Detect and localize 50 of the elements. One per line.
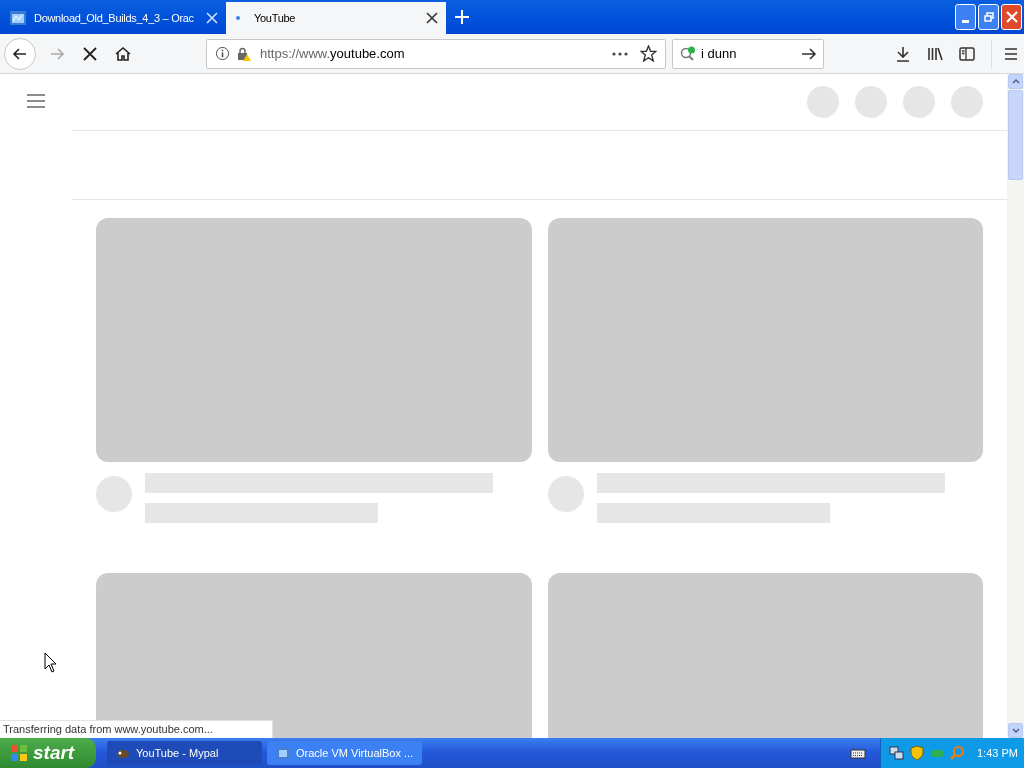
go-arrow-icon[interactable]	[801, 45, 817, 62]
header-placeholder	[903, 86, 935, 118]
new-tab-icon[interactable]	[454, 9, 470, 25]
minimize-button[interactable]	[955, 4, 976, 30]
close-icon[interactable]	[426, 12, 438, 24]
keyboard-icon[interactable]	[850, 747, 866, 759]
url-text: https://www.youtube.com	[260, 44, 406, 63]
restore-button[interactable]	[978, 4, 999, 30]
avatar-placeholder	[96, 476, 132, 512]
header-placeholder	[807, 86, 839, 118]
info-icon[interactable]	[215, 46, 230, 61]
browser-tab[interactable]: YouTube	[226, 2, 446, 34]
window-icon	[10, 10, 26, 26]
header-placeholder	[951, 86, 983, 118]
address-bar[interactable]: https://www.youtube.com	[206, 38, 666, 69]
shield-icon[interactable]	[909, 745, 925, 761]
tab-title: Download_Old_Builds_4_3 – Orac	[34, 10, 195, 26]
virtualbox-icon	[275, 745, 291, 761]
home-icon[interactable]	[115, 45, 131, 62]
cursor-icon	[44, 652, 58, 674]
star-icon[interactable]	[640, 45, 657, 62]
search-text: i dunn	[701, 44, 738, 63]
more-icon[interactable]	[612, 51, 628, 56]
status-text: Transferring data from www.youtube.com...	[0, 720, 273, 738]
download-icon[interactable]	[895, 45, 911, 62]
tab-title: YouTube	[254, 10, 297, 26]
back-button[interactable]	[4, 37, 36, 70]
close-button[interactable]	[1001, 4, 1022, 30]
library-icon[interactable]	[927, 45, 943, 62]
lock-warning-icon[interactable]	[236, 45, 252, 62]
network-icon[interactable]	[889, 745, 905, 761]
search-field[interactable]: i dunn	[672, 38, 824, 69]
close-icon	[1005, 11, 1018, 23]
menu-icon[interactable]	[27, 94, 45, 108]
windows-logo-icon	[10, 744, 28, 762]
start-button[interactable]: start	[0, 738, 96, 768]
taskbar-button[interactable]: Oracle VM VirtualBox ...	[267, 741, 422, 765]
header-placeholder	[855, 86, 887, 118]
browser-tab[interactable]: Download_Old_Builds_4_3 – Orac	[6, 2, 226, 34]
stop-icon[interactable]	[83, 46, 97, 61]
sidebar-icon[interactable]	[959, 45, 975, 62]
back-arrow-icon	[12, 45, 28, 62]
scroll-thumb[interactable]	[1008, 90, 1023, 180]
search-icon[interactable]	[679, 45, 697, 62]
menu-icon[interactable]	[1004, 46, 1018, 61]
restore-icon	[983, 12, 994, 22]
taskbar-button[interactable]: YouTube - Mypal	[107, 741, 262, 765]
scrollbar[interactable]	[1007, 74, 1024, 738]
clock: 1:43 PM	[977, 745, 1018, 761]
avatar-placeholder	[547, 476, 584, 512]
